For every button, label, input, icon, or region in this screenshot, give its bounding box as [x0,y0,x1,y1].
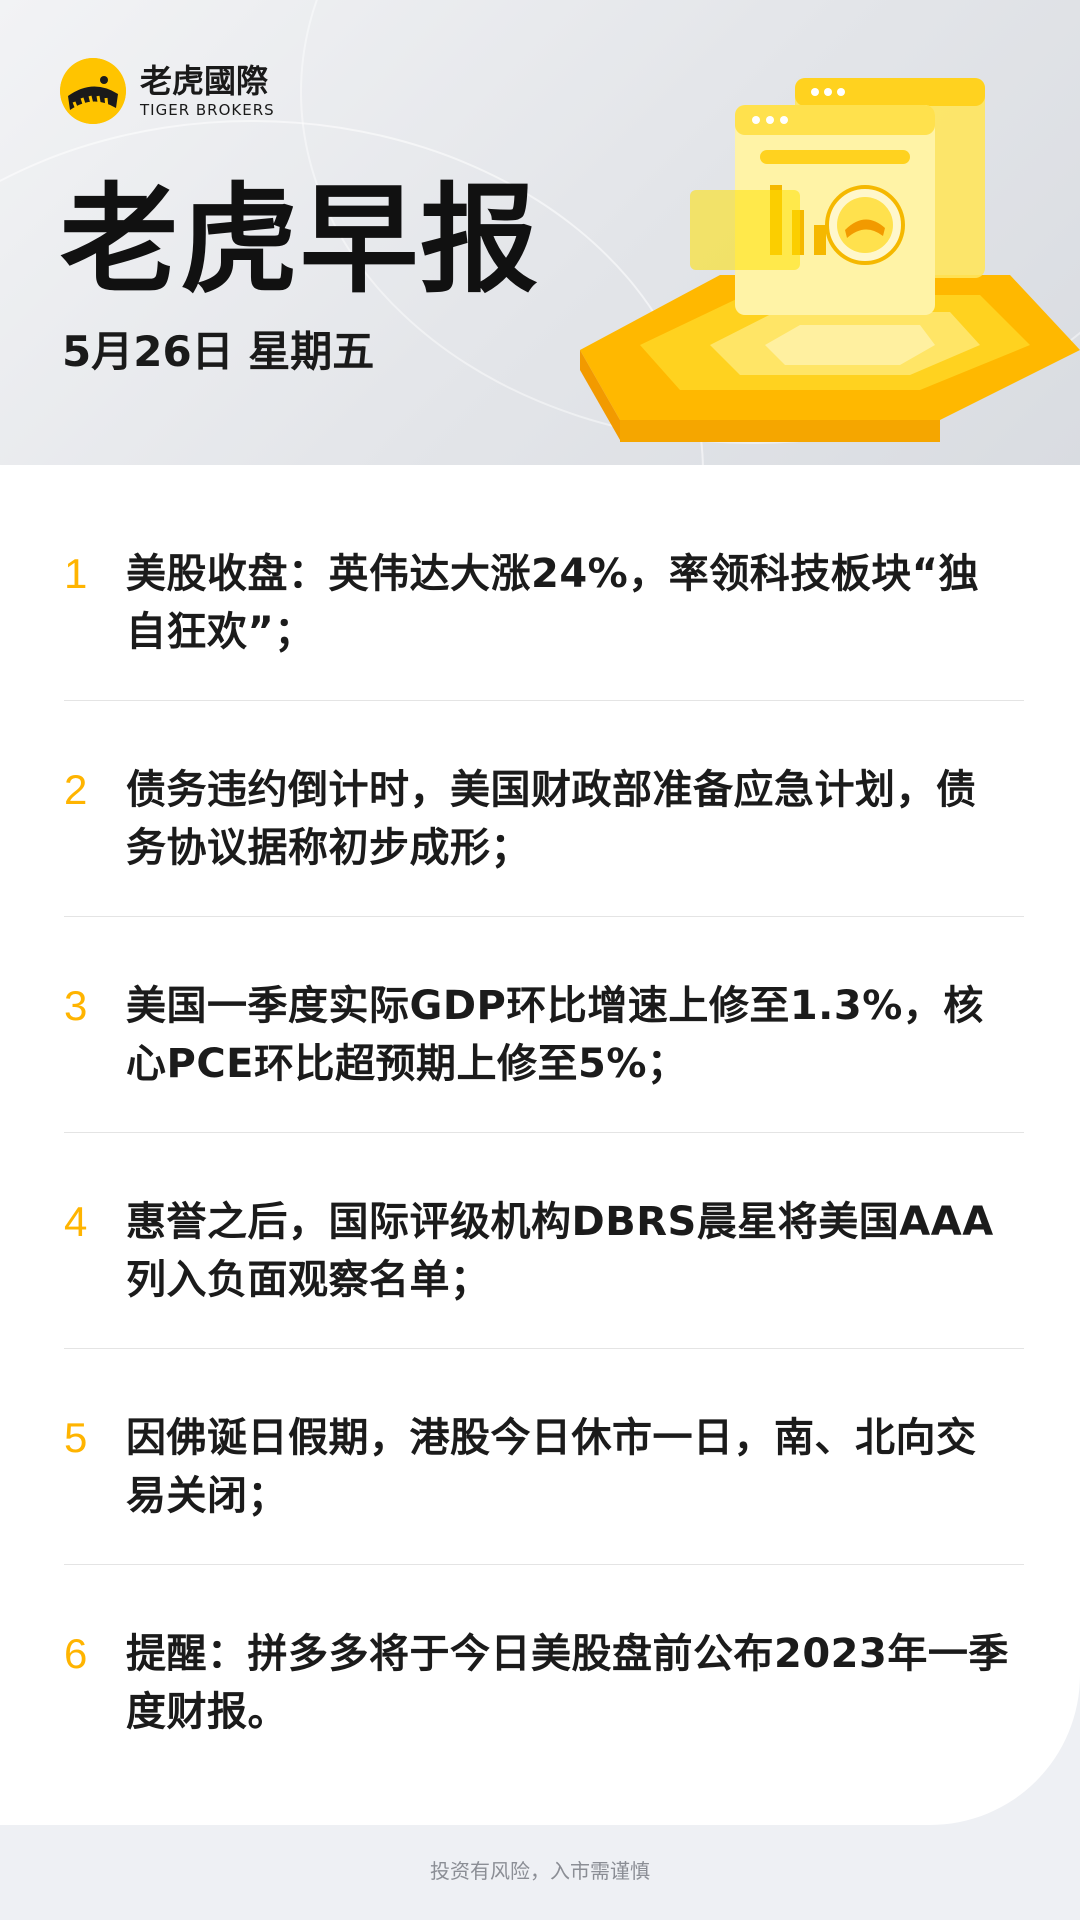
spacer [64,1519,1024,1564]
spacer [64,1349,1024,1409]
spacer [64,655,1024,700]
trading-platform-illustration [580,78,1080,442]
brand-name-cn: 老虎國際 [140,62,269,100]
list-item: 1 美股收盘：英伟达大涨24%，率领科技板块“独自狂欢”； [64,545,1024,655]
spacer [64,1565,1024,1625]
item-number: 2 [64,766,88,813]
list-item: 5 因佛诞日假期，港股今日休市一日，南、北向交易关闭； [64,1409,1024,1519]
item-text: 提醒：拼多多将于今日美股盘前公布2023年一季度财报。 [126,1631,1009,1735]
list-item: 3 美国一季度实际GDP环比增速上修至1.3%，核心PCE环比超预期上修至5%； [64,977,1024,1087]
risk-disclaimer: 投资有风险，入市需谨慎 [430,1859,650,1883]
header-banner: 老虎國際 TIGER BROKERS 老虎早报 5月26日 星期五 [0,0,1080,470]
spacer [64,701,1024,761]
item-number: 3 [64,982,88,1029]
item-text: 美国一季度实际GDP环比增速上修至1.3%，核心PCE环比超预期上修至5%； [126,983,984,1087]
item-text: 惠誉之后，国际评级机构DBRS晨星将美国AAA列入负面观察名单； [126,1199,994,1303]
item-number: 4 [64,1198,88,1245]
item-text: 因佛诞日假期，港股今日休市一日，南、北向交易关闭； [126,1415,977,1519]
brand-name-en: TIGER BROKERS [140,101,275,119]
spacer [64,917,1024,977]
spacer [64,1133,1024,1193]
list-item: 2 债务违约倒计时，美国财政部准备应急计划，债务协议据称初步成形； [64,761,1024,871]
spacer [64,1087,1024,1132]
item-number: 5 [64,1414,88,1461]
brand-logo: 老虎國際 TIGER BROKERS [60,58,275,124]
list-item: 4 惠誉之后，国际评级机构DBRS晨星将美国AAA列入负面观察名单； [64,1193,1024,1303]
item-text: 美股收盘：英伟达大涨24%，率领科技板块“独自狂欢”； [126,551,980,655]
spacer [64,1303,1024,1348]
list-item: 6 提醒：拼多多将于今日美股盘前公布2023年一季度财报。 [64,1625,1024,1735]
item-number: 1 [64,550,88,597]
item-text: 债务违约倒计时，美国财政部准备应急计划，债务协议据称初步成形； [126,767,977,871]
news-card: 1 美股收盘：英伟达大涨24%，率领科技板块“独自狂欢”； 2 债务违约倒计时，… [0,465,1080,1825]
news-list: 1 美股收盘：英伟达大涨24%，率领科技板块“独自狂欢”； 2 债务违约倒计时，… [64,545,1024,1735]
date-label: 5月26日 星期五 [62,327,375,376]
page-title: 老虎早报 [60,171,541,309]
spacer [64,871,1024,916]
tiger-logo-icon [60,58,126,124]
item-number: 6 [64,1630,88,1677]
